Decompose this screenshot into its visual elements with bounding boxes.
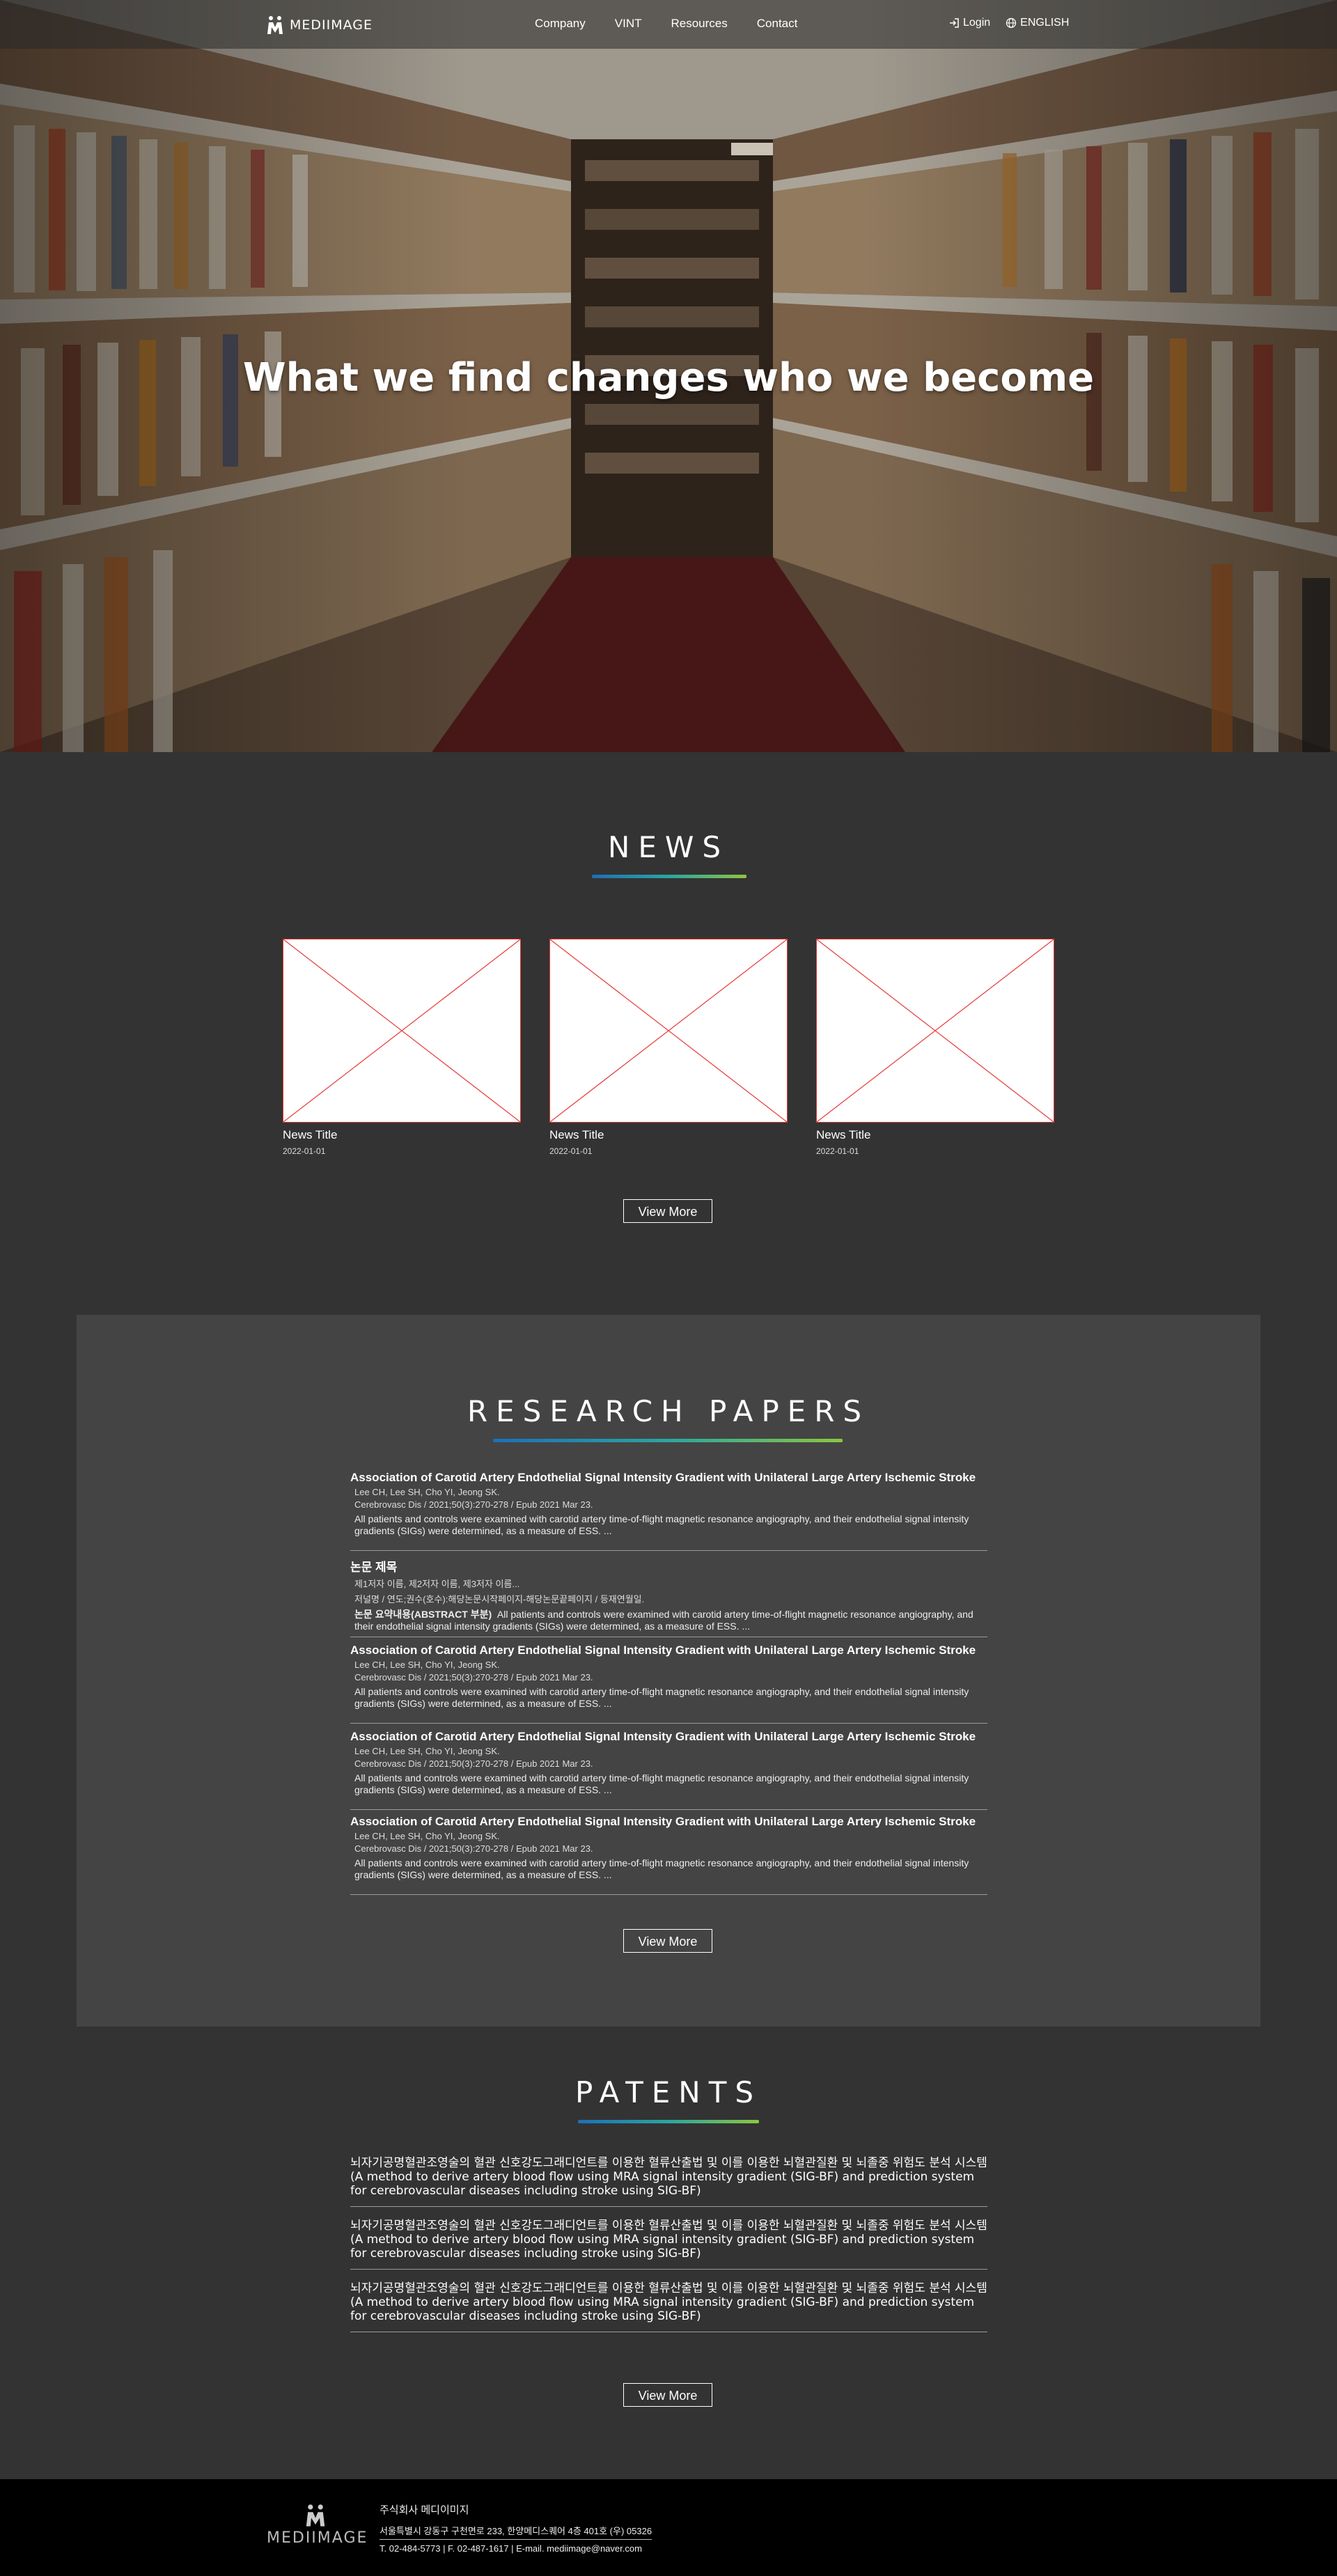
paper-journal: Cerebrovasc Dis / 2021;50(3):270-278 / E… [354, 1672, 593, 1683]
news-image-placeholder [549, 939, 788, 1123]
patents-section-title: PATENTS [574, 2075, 763, 2109]
footer-logo-text: MEDIIMAGE [267, 2529, 368, 2547]
paper-item[interactable]: Association of Carotid Artery Endothelia… [350, 1471, 987, 1551]
patent-item[interactable]: 뇌자기공명혈관조영술의 혈관 신호강도그래디언트를 이용한 혈류산출법 및 이를… [350, 2281, 987, 2332]
footer-logo-mark-icon [306, 2504, 325, 2527]
utility-menu: Login ENGLISH [948, 17, 1069, 29]
image-placeholder-icon [817, 939, 1054, 1122]
paper-authors: 제1저자 이름, 제2저자 이름, 제3저자 이름... [354, 1579, 520, 1589]
paper-item[interactable]: Association of Carotid Artery Endothelia… [350, 1644, 987, 1724]
patent-title-ko: 뇌자기공명혈관조영술의 혈관 신호강도그래디언트를 이용한 혈류산출법 및 이를… [350, 2219, 987, 2233]
paper-item[interactable]: Association of Carotid Artery Endothelia… [350, 1815, 987, 1895]
nav-company[interactable]: Company [535, 17, 586, 31]
patent-title-ko: 뇌자기공명혈관조영술의 혈관 신호강도그래디언트를 이용한 혈류산출법 및 이를… [350, 2281, 987, 2295]
paper-journal: 저널명 / 연도;권수(호수):해당논문시작페이지-해당논문끝페이지 / 등재연… [354, 1594, 645, 1605]
footer-address: 서울특별시 강동구 구천면로 233, 한양메디스퀘어 4층 401호 (우) … [380, 2524, 652, 2540]
hero-title: What we find changes who we become [242, 355, 1095, 400]
news-title-underline [592, 875, 746, 878]
news-date: 2022-01-01 [816, 1146, 859, 1156]
paper-item[interactable]: 논문 제목 제1저자 이름, 제2저자 이름, 제3저자 이름... 저널명 /… [350, 1557, 987, 1637]
news-card[interactable]: News Title 2022-01-01 [549, 939, 788, 1156]
language-selector[interactable]: ENGLISH [1006, 17, 1069, 29]
language-label: ENGLISH [1020, 17, 1070, 29]
logo-mark-icon [267, 16, 283, 34]
paper-abstract: All patients and controls were examined … [354, 1857, 969, 1880]
paper-title: 논문 제목 [350, 1561, 398, 1574]
site-logo[interactable]: MEDIIMAGE [265, 14, 373, 36]
paper-title: Association of Carotid Artery Endothelia… [350, 1644, 976, 1657]
site-footer: MEDIIMAGE 주식회사 메디이미지 서울특별시 강동구 구천면로 233,… [0, 2479, 1337, 2576]
logo-text: MEDIIMAGE [290, 17, 373, 33]
news-title: News Title [816, 1128, 871, 1141]
news-image-placeholder [283, 939, 521, 1123]
news-title: News Title [549, 1128, 604, 1141]
paper-authors: Lee CH, Lee SH, Cho YI, Jeong SK. [354, 1831, 500, 1841]
hero-section: What we find changes who we become [0, 0, 1337, 752]
paper-abstract: All patients and controls were examined … [354, 1513, 969, 1536]
paper-journal: Cerebrovasc Dis / 2021;50(3):270-278 / E… [354, 1843, 593, 1854]
login-link[interactable]: Login [948, 17, 990, 29]
paper-abstract: 논문 요약내용(ABSTRACT 부분) All patients and co… [354, 1609, 987, 1632]
research-view-more-button[interactable]: View More [623, 1929, 712, 1953]
paper-item[interactable]: Association of Carotid Artery Endothelia… [350, 1730, 987, 1810]
paper-authors: Lee CH, Lee SH, Cho YI, Jeong SK. [354, 1660, 500, 1670]
image-placeholder-icon [550, 939, 787, 1122]
footer-logo: MEDIIMAGE [267, 2503, 368, 2547]
patents-title-underline [578, 2120, 759, 2123]
paper-abstract: All patients and controls were examined … [354, 1686, 969, 1709]
globe-icon [1006, 17, 1017, 29]
news-section-title: NEWS [607, 830, 730, 864]
news-title: News Title [283, 1128, 338, 1141]
paper-authors: Lee CH, Lee SH, Cho YI, Jeong SK. [354, 1487, 500, 1497]
paper-title: Association of Carotid Artery Endothelia… [350, 1471, 976, 1484]
patent-title-en: (A method to derive artery blood flow us… [350, 2233, 975, 2261]
patent-item[interactable]: 뇌자기공명혈관조영술의 혈관 신호강도그래디언트를 이용한 혈류산출법 및 이를… [350, 2219, 987, 2270]
news-card[interactable]: News Title 2022-01-01 [816, 939, 1054, 1156]
research-section-title: RESEARCH PAPERS [467, 1394, 870, 1428]
paper-abstract: All patients and controls were examined … [354, 1772, 969, 1795]
news-date: 2022-01-01 [549, 1146, 593, 1156]
footer-company-name: 주식회사 메디이미지 [380, 2504, 469, 2516]
news-image-placeholder [816, 939, 1054, 1123]
research-title-underline [493, 1439, 843, 1442]
footer-company-info: 주식회사 메디이미지 서울특별시 강동구 구천면로 233, 한양메디스퀘어 4… [380, 2502, 652, 2554]
paper-title: Association of Carotid Artery Endothelia… [350, 1815, 976, 1828]
news-view-more-button[interactable]: View More [623, 1199, 712, 1223]
paper-authors: Lee CH, Lee SH, Cho YI, Jeong SK. [354, 1746, 500, 1756]
patent-title-ko: 뇌자기공명혈관조영술의 혈관 신호강도그래디언트를 이용한 혈류산출법 및 이를… [350, 2156, 987, 2170]
patent-item[interactable]: 뇌자기공명혈관조영술의 혈관 신호강도그래디언트를 이용한 혈류산출법 및 이를… [350, 2156, 987, 2207]
paper-abstract-label: 논문 요약내용(ABSTRACT 부분) [354, 1609, 492, 1620]
main-nav: Company VINT Resources Contact [535, 17, 827, 31]
news-date: 2022-01-01 [283, 1146, 326, 1156]
paper-title: Association of Carotid Artery Endothelia… [350, 1730, 976, 1743]
news-card[interactable]: News Title 2022-01-01 [283, 939, 521, 1156]
nav-resources[interactable]: Resources [671, 17, 728, 31]
patent-title-en: (A method to derive artery blood flow us… [350, 2295, 975, 2323]
top-header: MEDIIMAGE Company VINT Resources Contact… [0, 0, 1337, 49]
paper-journal: Cerebrovasc Dis / 2021;50(3):270-278 / E… [354, 1499, 593, 1510]
nav-vint[interactable]: VINT [615, 17, 642, 31]
paper-journal: Cerebrovasc Dis / 2021;50(3):270-278 / E… [354, 1758, 593, 1769]
patent-title-en: (A method to derive artery blood flow us… [350, 2170, 975, 2198]
login-icon [950, 18, 959, 28]
patents-view-more-button[interactable]: View More [623, 2383, 712, 2407]
login-label: Login [963, 17, 991, 29]
image-placeholder-icon [283, 939, 520, 1122]
nav-contact[interactable]: Contact [757, 17, 798, 31]
footer-contact: T. 02-484-5773 | F. 02-487-1617 | E-mail… [380, 2543, 642, 2554]
